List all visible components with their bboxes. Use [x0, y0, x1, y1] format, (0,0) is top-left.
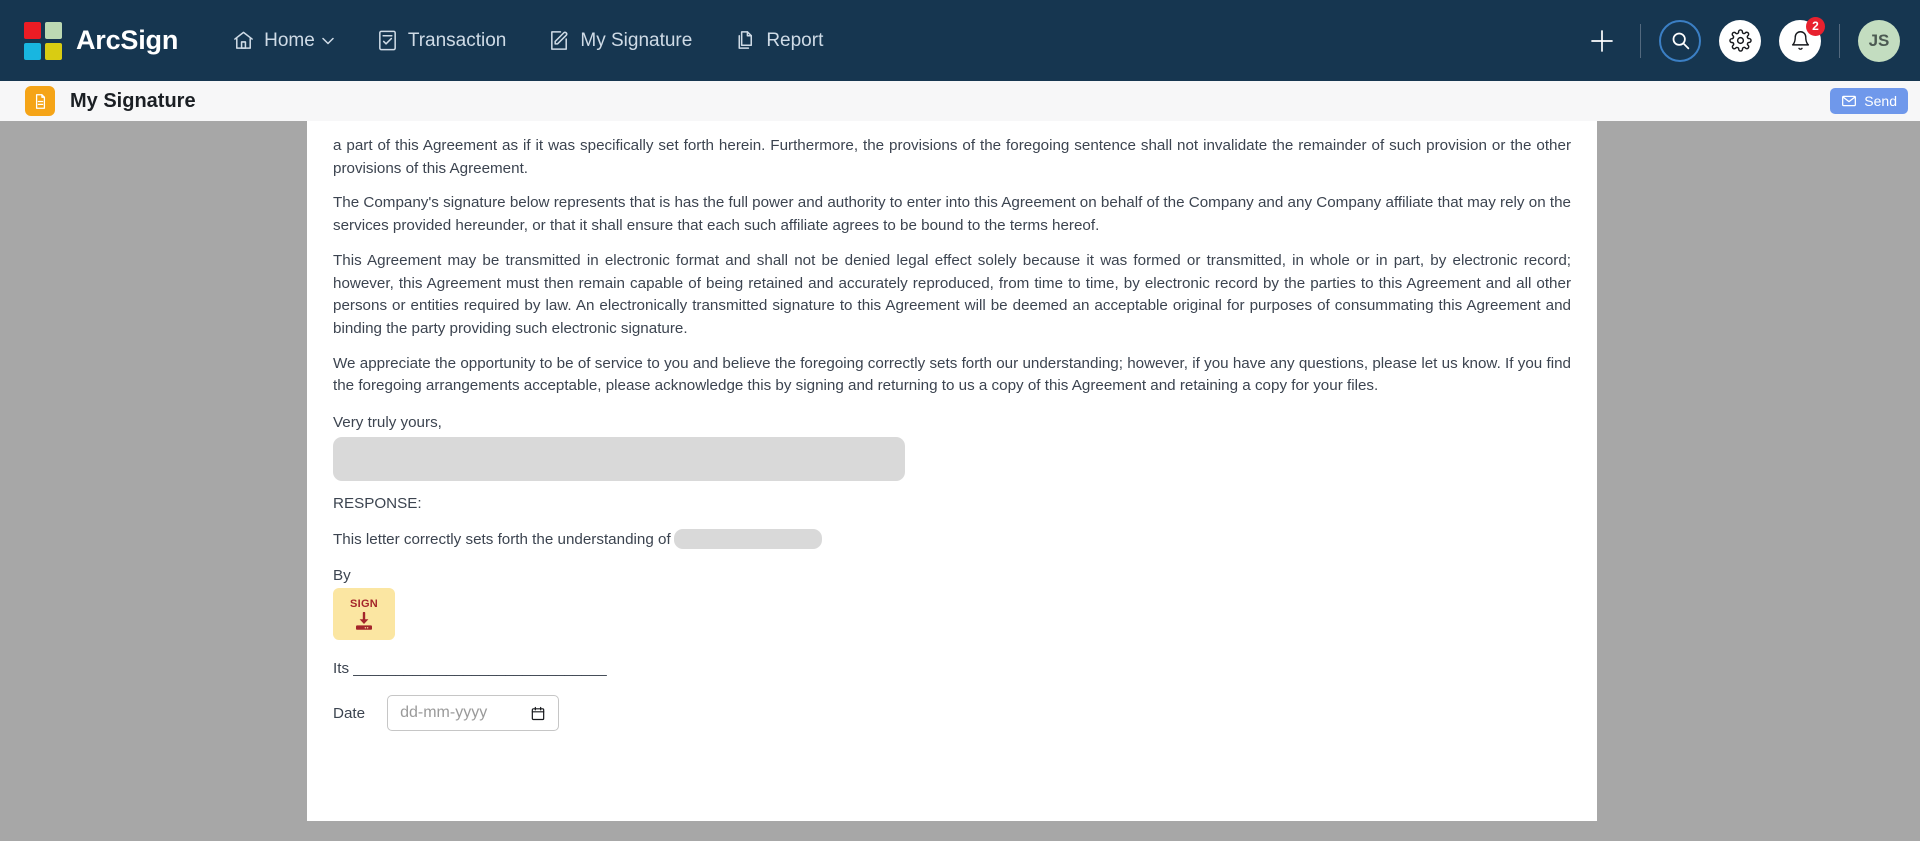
date-input-placeholder: dd-mm-yyyy [400, 704, 488, 722]
top-navigation-bar: ArcSign Home Transaction My Signature Re… [0, 0, 1920, 81]
sign-field-button[interactable]: SIGN [333, 588, 395, 641]
document-icon [25, 86, 55, 116]
chevron-down-icon [322, 37, 334, 45]
response-label: RESPONSE: [333, 495, 422, 513]
brand-logo[interactable]: ArcSign [24, 21, 179, 60]
logo-tile-1 [24, 21, 41, 39]
header-actions: 2 JS [1582, 0, 1900, 81]
nav-item-report[interactable]: Report [734, 29, 823, 52]
notifications-button[interactable]: 2 [1779, 16, 1825, 62]
nav-item-transaction[interactable]: Transaction [376, 29, 507, 52]
header-divider-right [1839, 23, 1840, 58]
sub-header: My Signature Send [0, 81, 1920, 121]
brand-name: ArcSign [76, 25, 179, 55]
nav-items: Home Transaction My Signature Report [232, 29, 865, 52]
nav-item-home[interactable]: Home [232, 29, 334, 52]
its-line: Its ______________________________ [333, 660, 607, 678]
date-label: Date [333, 704, 366, 722]
redacted-party-name [673, 529, 822, 550]
document-page: a part of this Agreement as if it was sp… [307, 121, 1597, 821]
envelope-icon [1842, 95, 1857, 107]
send-button[interactable]: Send [1830, 88, 1908, 114]
date-row: Date dd-mm-yyyy [333, 695, 1571, 732]
understanding-row: This letter correctly sets forth the und… [333, 529, 1571, 550]
logo-tile-2 [45, 21, 62, 39]
by-label: By [333, 567, 351, 585]
transaction-icon [376, 29, 399, 52]
document-canvas: a part of this Agreement as if it was sp… [0, 121, 1920, 841]
nav-item-my-signature[interactable]: My Signature [548, 29, 692, 52]
send-button-label: Send [1864, 93, 1897, 109]
nav-item-transaction-label: Transaction [407, 29, 507, 51]
avatar[interactable]: JS [1858, 19, 1900, 62]
nav-item-my-signature-label: My Signature [580, 29, 693, 51]
home-icon [232, 29, 255, 52]
nav-item-report-label: Report [766, 29, 824, 51]
logo-grid-icon [24, 21, 62, 60]
sign-field-label: SIGN [349, 597, 379, 610]
page-title: My Signature [70, 89, 196, 112]
nav-item-home-label: Home [264, 29, 315, 51]
search-button[interactable] [1659, 19, 1701, 62]
document-paragraph: We appreciate the opportunity to be of s… [333, 354, 1571, 395]
closing-salutation: Very truly yours, [333, 414, 442, 432]
notification-badge: 2 [1806, 16, 1825, 36]
document-paragraph: The Company's signature below represents… [333, 194, 1571, 235]
logo-tile-4 [45, 42, 62, 60]
logo-tile-3 [24, 42, 41, 60]
understanding-text: This letter correctly sets forth the und… [333, 530, 671, 548]
add-button[interactable] [1582, 21, 1622, 61]
sign-here-icon [356, 611, 372, 630]
document-paragraph: This Agreement may be transmitted in ele… [333, 251, 1571, 337]
signature-icon [548, 29, 571, 52]
settings-button[interactable] [1719, 19, 1761, 62]
report-icon [734, 29, 757, 52]
redacted-signature-block [333, 437, 905, 482]
calendar-icon[interactable] [530, 705, 546, 722]
date-input[interactable]: dd-mm-yyyy [387, 695, 560, 732]
document-paragraph: a part of this Agreement as if it was sp… [333, 137, 1571, 177]
header-divider-left [1640, 23, 1641, 58]
